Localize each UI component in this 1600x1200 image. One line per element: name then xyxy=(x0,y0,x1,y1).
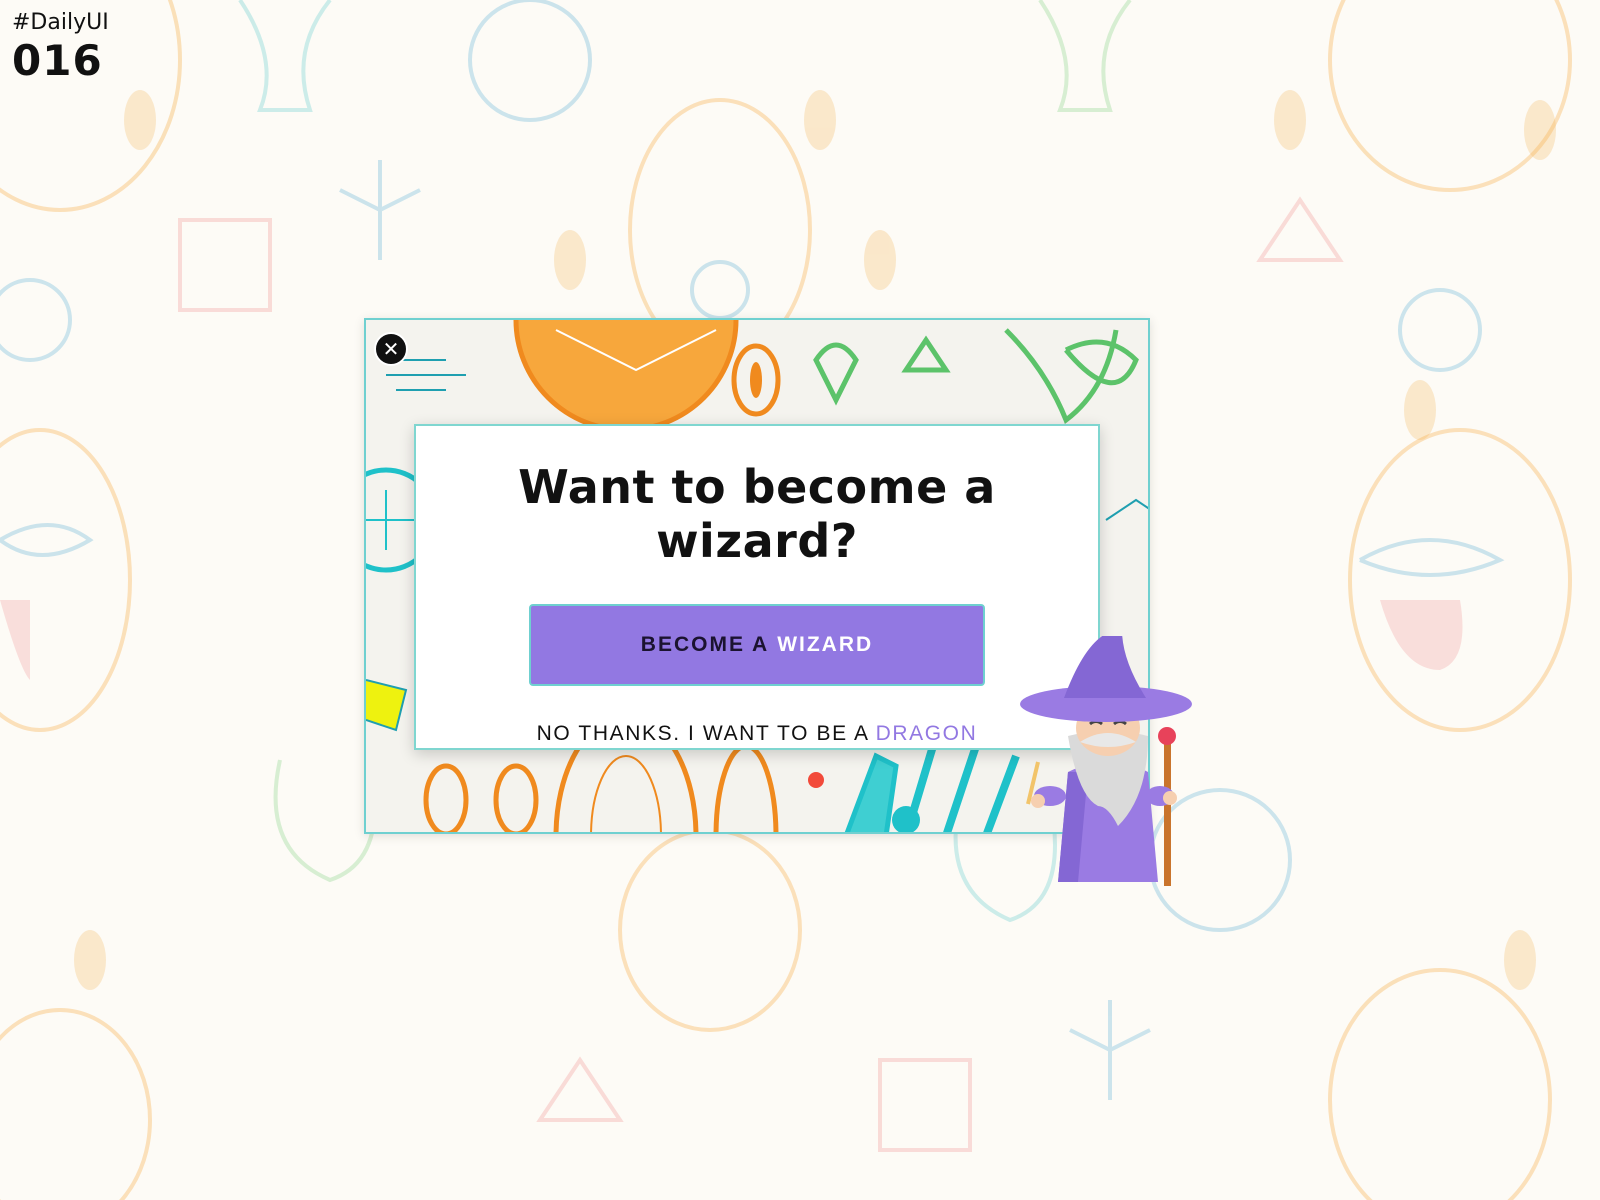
modal-card: Want to become a wizard? BECOME A WIZARD… xyxy=(414,424,1100,750)
daily-ui-badge: #DailyUI 016 xyxy=(12,12,109,82)
cta-prefix: BECOME A xyxy=(640,633,770,656)
badge-tag: #DailyUI xyxy=(12,10,109,35)
cta-highlight: WIZARD xyxy=(777,633,874,656)
decline-link[interactable]: NO THANKS. I WANT TO BE A DRAGON xyxy=(537,722,978,746)
badge-number: 016 xyxy=(12,36,103,85)
wizard-illustration xyxy=(1020,636,1192,886)
close-button[interactable]: ✕ xyxy=(374,332,408,366)
close-icon: ✕ xyxy=(382,337,400,361)
decline-prefix: NO THANKS. I WANT TO BE A xyxy=(536,722,870,745)
decline-highlight: DRAGON xyxy=(875,722,978,745)
modal-title: Want to become a wizard? xyxy=(518,460,996,568)
become-wizard-button[interactable]: BECOME A WIZARD xyxy=(529,604,985,686)
